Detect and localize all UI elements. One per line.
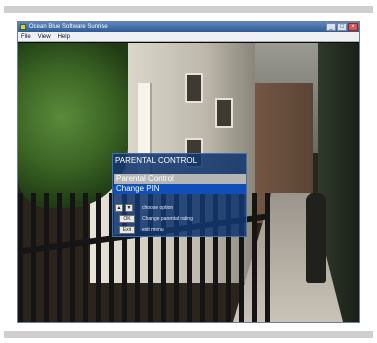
window-controls: _ □ × (326, 23, 358, 31)
app-window: Ocean Blue Software Sunrise _ □ × File V… (17, 21, 360, 323)
arrow-down-icon: ▼ (125, 204, 133, 212)
building-window (185, 73, 203, 103)
top-rule (4, 6, 373, 13)
ok-key-icon: OK (119, 215, 135, 223)
exit-key-icon: Exit (119, 226, 135, 234)
video-person (306, 193, 326, 283)
help-row-choose: ▲ ▼ choose option (115, 203, 245, 214)
arrow-up-icon: ▲ (115, 204, 123, 212)
menu-help-legend: ▲ ▼ choose option OK Change parental rat… (115, 203, 245, 236)
help-row-ok: OK Change parental rating (115, 214, 245, 225)
help-row-exit: Exit exit menu (115, 225, 245, 236)
help-ok-text: Change parental rating (142, 216, 193, 222)
help-choose-text: choose option (142, 205, 174, 211)
title-bar[interactable]: Ocean Blue Software Sunrise _ □ × (18, 22, 359, 32)
bottom-rule (4, 331, 373, 338)
option-change-pin[interactable]: Change PIN (114, 184, 246, 194)
menu-options: Parental Control Change PIN (114, 174, 246, 194)
app-icon (20, 24, 26, 30)
help-exit-text: exit menu (142, 227, 164, 233)
maximize-button[interactable]: □ (337, 23, 347, 31)
menu-bar: File View Help (18, 32, 359, 42)
menu-help[interactable]: Help (58, 33, 70, 41)
option-parental-control[interactable]: Parental Control (114, 174, 246, 184)
video-frame: PARENTAL CONTROL Parental Control Change… (18, 43, 359, 322)
menu-view[interactable]: View (38, 33, 51, 41)
parental-control-menu: PARENTAL CONTROL Parental Control Change… (112, 153, 247, 237)
menu-file[interactable]: File (21, 33, 31, 41)
window-title: Ocean Blue Software Sunrise (29, 24, 108, 30)
minimize-button[interactable]: _ (326, 23, 336, 31)
menu-title: PARENTAL CONTROL (115, 156, 198, 165)
close-button[interactable]: × (348, 23, 358, 31)
building-window (215, 98, 233, 128)
